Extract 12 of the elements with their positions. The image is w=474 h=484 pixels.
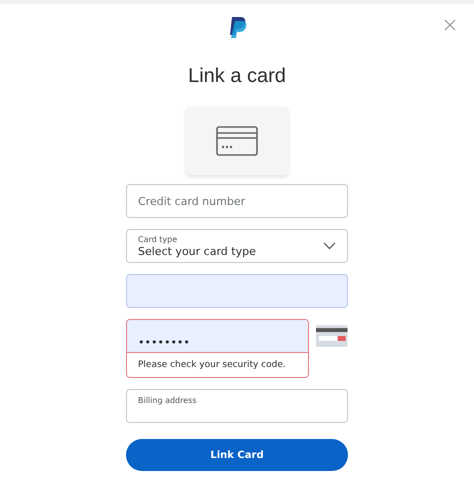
- billing-address-field[interactable]: Billing address: [126, 389, 348, 423]
- card-back-icon: [316, 325, 348, 347]
- input-field[interactable]: [126, 274, 348, 308]
- card-number-field[interactable]: Credit card number: [126, 184, 348, 218]
- security-code-field[interactable]: •••••••• Please check your security code.: [126, 319, 310, 378]
- page-title: Link a card: [188, 64, 286, 89]
- link-card-button[interactable]: Link Card: [126, 439, 348, 471]
- chevron-down-icon: [323, 242, 336, 250]
- logo-icon: [227, 16, 247, 40]
- close-icon[interactable]: [444, 19, 456, 31]
- credit-card-icon: [216, 126, 258, 156]
- card-type-dropdown[interactable]: Card type Select your card type: [126, 229, 348, 263]
